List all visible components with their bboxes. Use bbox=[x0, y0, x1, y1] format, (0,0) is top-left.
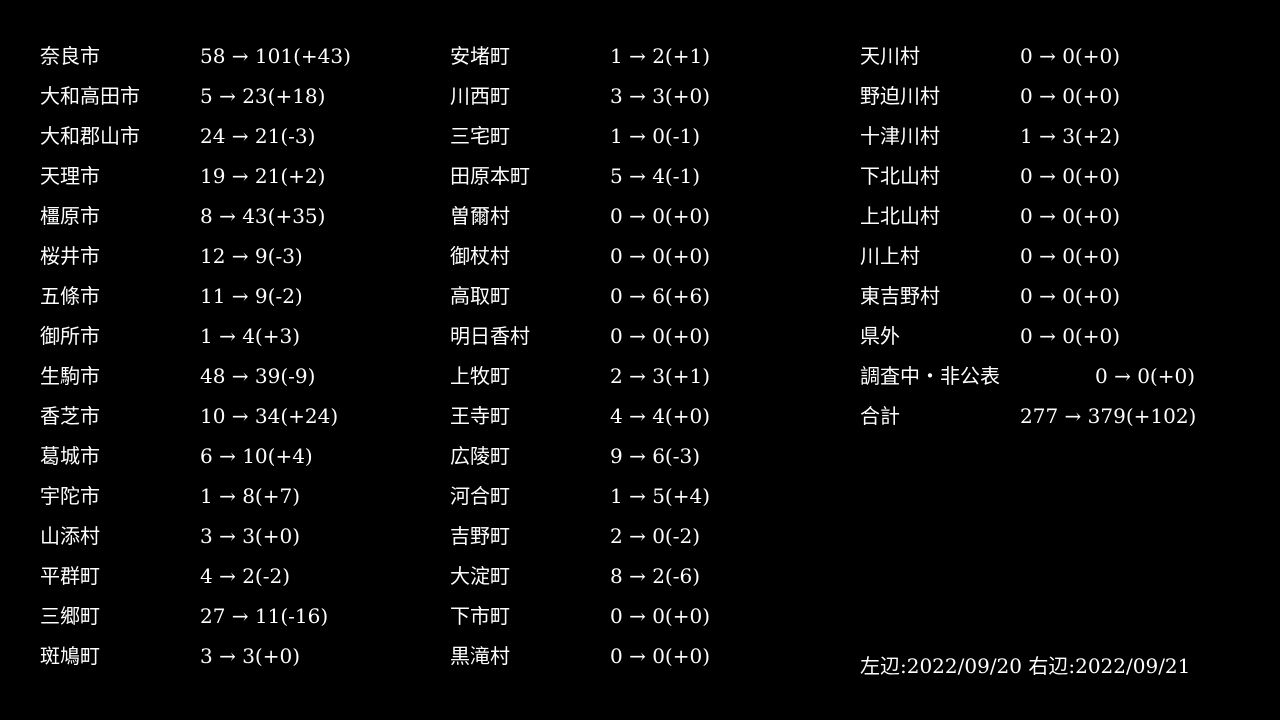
municipality-name: 高取町 bbox=[450, 284, 510, 308]
count-change: 12 → 9(-3) bbox=[200, 244, 303, 268]
total-count-change: 277 → 379(+102) bbox=[1020, 404, 1197, 428]
municipality-name: 大和高田市 bbox=[40, 84, 140, 108]
municipality-name: 川上村 bbox=[860, 244, 920, 268]
municipality-name: 明日香村 bbox=[450, 324, 530, 348]
municipality-name: 黒滝村 bbox=[450, 644, 510, 668]
municipality-name: 十津川村 bbox=[860, 124, 940, 148]
count-change: 1 → 0(-1) bbox=[610, 124, 701, 148]
count-change: 1 → 4(+3) bbox=[200, 324, 301, 348]
count-change: 0 → 0(+0) bbox=[1020, 44, 1121, 68]
count-change: 6 → 10(+4) bbox=[200, 444, 313, 468]
municipality-name: 川西町 bbox=[450, 84, 510, 108]
municipality-name: 大淀町 bbox=[450, 564, 510, 588]
count-change: 1 → 2(+1) bbox=[610, 44, 711, 68]
count-change: 0 → 0(+0) bbox=[1020, 284, 1121, 308]
count-change: 3 → 3(+0) bbox=[200, 644, 301, 668]
total-label: 合計 bbox=[860, 404, 900, 428]
municipality-name: 三郷町 bbox=[40, 604, 100, 628]
municipality-name: 香芝市 bbox=[40, 404, 100, 428]
municipality-name: 天川村 bbox=[860, 44, 920, 68]
date-legend: 左辺:2022/09/20 右辺:2022/09/21 bbox=[860, 654, 1191, 678]
municipality-name: 野迫川村 bbox=[860, 84, 940, 108]
count-change: 8 → 2(-6) bbox=[610, 564, 701, 588]
municipality-name: 橿原市 bbox=[40, 204, 100, 228]
municipality-name: 田原本町 bbox=[450, 164, 530, 188]
count-change: 11 → 9(-2) bbox=[200, 284, 303, 308]
municipality-name: 上牧町 bbox=[450, 364, 510, 388]
municipality-name: 広陵町 bbox=[450, 444, 510, 468]
count-change: 0 → 0(+0) bbox=[1020, 324, 1121, 348]
count-change: 24 → 21(-3) bbox=[200, 124, 316, 148]
municipality-name: 下北山村 bbox=[860, 164, 940, 188]
municipality-name: 調査中・非公表 bbox=[860, 364, 1000, 388]
municipality-name: 宇陀市 bbox=[40, 484, 100, 508]
municipality-name: 県外 bbox=[860, 324, 900, 348]
municipality-name: 生駒市 bbox=[40, 364, 100, 388]
municipality-name: 斑鳩町 bbox=[40, 644, 100, 668]
count-change: 9 → 6(-3) bbox=[610, 444, 701, 468]
count-change: 0 → 0(+0) bbox=[1095, 364, 1196, 388]
count-change: 19 → 21(+2) bbox=[200, 164, 326, 188]
count-change: 1 → 5(+4) bbox=[610, 484, 711, 508]
count-change: 2 → 3(+1) bbox=[610, 364, 711, 388]
count-change: 4 → 2(-2) bbox=[200, 564, 291, 588]
municipality-name: 吉野町 bbox=[450, 524, 510, 548]
count-change: 0 → 0(+0) bbox=[610, 244, 711, 268]
municipality-name: 山添村 bbox=[40, 524, 100, 548]
count-change: 48 → 39(-9) bbox=[200, 364, 316, 388]
municipality-name: 御所市 bbox=[40, 324, 100, 348]
count-change: 2 → 0(-2) bbox=[610, 524, 701, 548]
count-change: 3 → 3(+0) bbox=[610, 84, 711, 108]
municipality-name: 安堵町 bbox=[450, 44, 510, 68]
count-change: 1 → 8(+7) bbox=[200, 484, 301, 508]
municipality-name: 葛城市 bbox=[40, 444, 100, 468]
municipality-name: 御杖村 bbox=[450, 244, 510, 268]
municipality-name: 下市町 bbox=[450, 604, 510, 628]
count-change: 58 → 101(+43) bbox=[200, 44, 351, 68]
count-change: 5 → 4(-1) bbox=[610, 164, 701, 188]
count-change: 0 → 0(+0) bbox=[1020, 244, 1121, 268]
count-change: 1 → 3(+2) bbox=[1020, 124, 1121, 148]
municipality-name: 大和郡山市 bbox=[40, 124, 140, 148]
count-change: 4 → 4(+0) bbox=[610, 404, 711, 428]
municipality-name: 河合町 bbox=[450, 484, 510, 508]
count-change: 27 → 11(-16) bbox=[200, 604, 329, 628]
count-change: 8 → 43(+35) bbox=[200, 204, 326, 228]
count-change: 0 → 0(+0) bbox=[1020, 84, 1121, 108]
municipality-name: 桜井市 bbox=[40, 244, 100, 268]
count-change: 0 → 0(+0) bbox=[610, 604, 711, 628]
municipality-name: 五條市 bbox=[40, 284, 100, 308]
count-change: 0 → 6(+6) bbox=[610, 284, 711, 308]
count-change: 0 → 0(+0) bbox=[1020, 164, 1121, 188]
municipality-name: 天理市 bbox=[40, 164, 100, 188]
municipality-name: 王寺町 bbox=[450, 404, 510, 428]
count-change: 0 → 0(+0) bbox=[610, 204, 711, 228]
municipality-name: 平群町 bbox=[40, 564, 100, 588]
municipality-name: 奈良市 bbox=[40, 44, 100, 68]
municipality-name: 曽爾村 bbox=[450, 204, 510, 228]
municipality-name: 上北山村 bbox=[860, 204, 940, 228]
count-change: 10 → 34(+24) bbox=[200, 404, 339, 428]
count-change: 3 → 3(+0) bbox=[200, 524, 301, 548]
count-change: 0 → 0(+0) bbox=[610, 644, 711, 668]
municipality-name: 東吉野村 bbox=[860, 284, 940, 308]
count-change: 5 → 23(+18) bbox=[200, 84, 326, 108]
count-change: 0 → 0(+0) bbox=[1020, 204, 1121, 228]
municipality-name: 三宅町 bbox=[450, 124, 510, 148]
count-change: 0 → 0(+0) bbox=[610, 324, 711, 348]
